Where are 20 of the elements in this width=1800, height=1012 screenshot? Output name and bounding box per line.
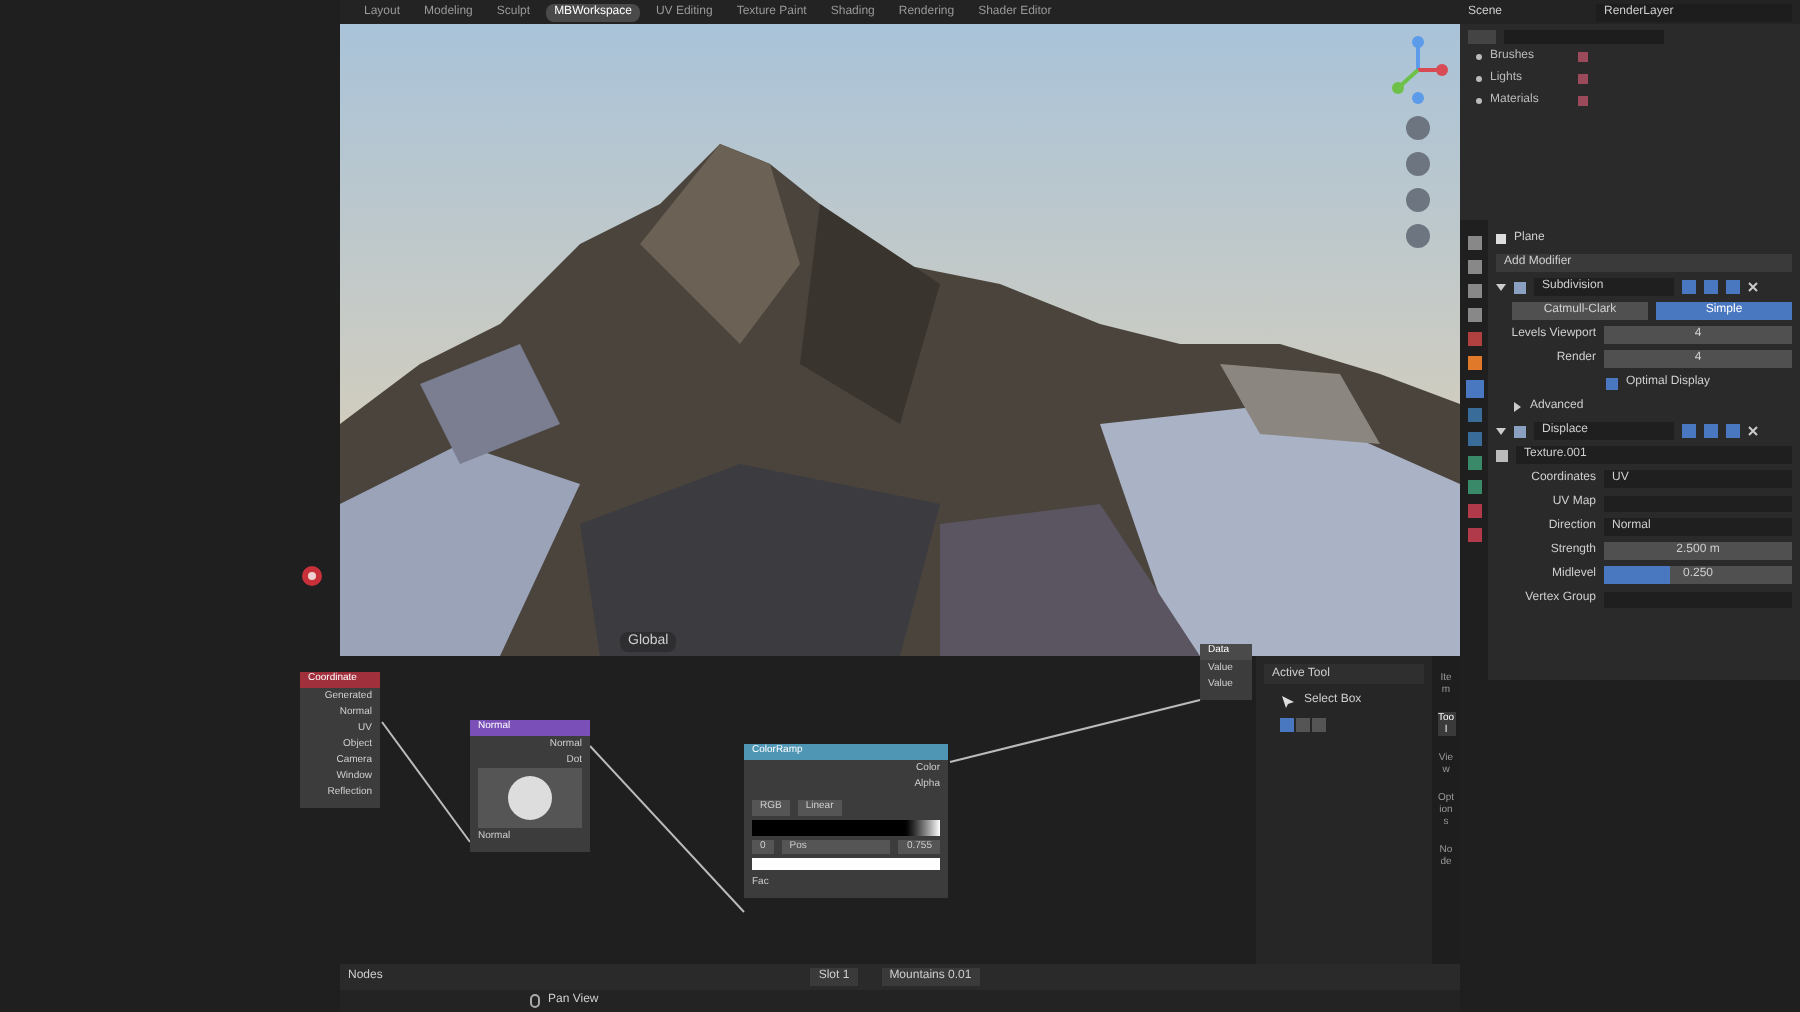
bullet-icon [1476, 54, 1482, 60]
close-icon[interactable] [1748, 426, 1758, 436]
display-mode-dropdown[interactable] [1468, 29, 1496, 43]
checkbox[interactable] [1606, 377, 1618, 389]
bullet-icon [1476, 76, 1482, 82]
navigation-gizmo-icon[interactable] [1388, 36, 1448, 104]
expand-arrow-icon[interactable] [1496, 426, 1506, 436]
mouse-icon [530, 994, 540, 1008]
close-icon[interactable] [1748, 282, 1758, 292]
node-link [381, 721, 471, 843]
expand-arrow-icon[interactable] [1512, 402, 1522, 412]
record-icon[interactable] [300, 564, 324, 588]
color-ramp[interactable] [752, 819, 940, 835]
collection-icon [1578, 74, 1588, 84]
bullet-icon [1476, 98, 1482, 104]
color-swatch[interactable] [752, 858, 940, 870]
collection-icon [1578, 52, 1588, 62]
cursor-icon [1280, 693, 1296, 709]
collection-icon [1578, 96, 1588, 106]
expand-arrow-icon[interactable] [1496, 282, 1506, 292]
